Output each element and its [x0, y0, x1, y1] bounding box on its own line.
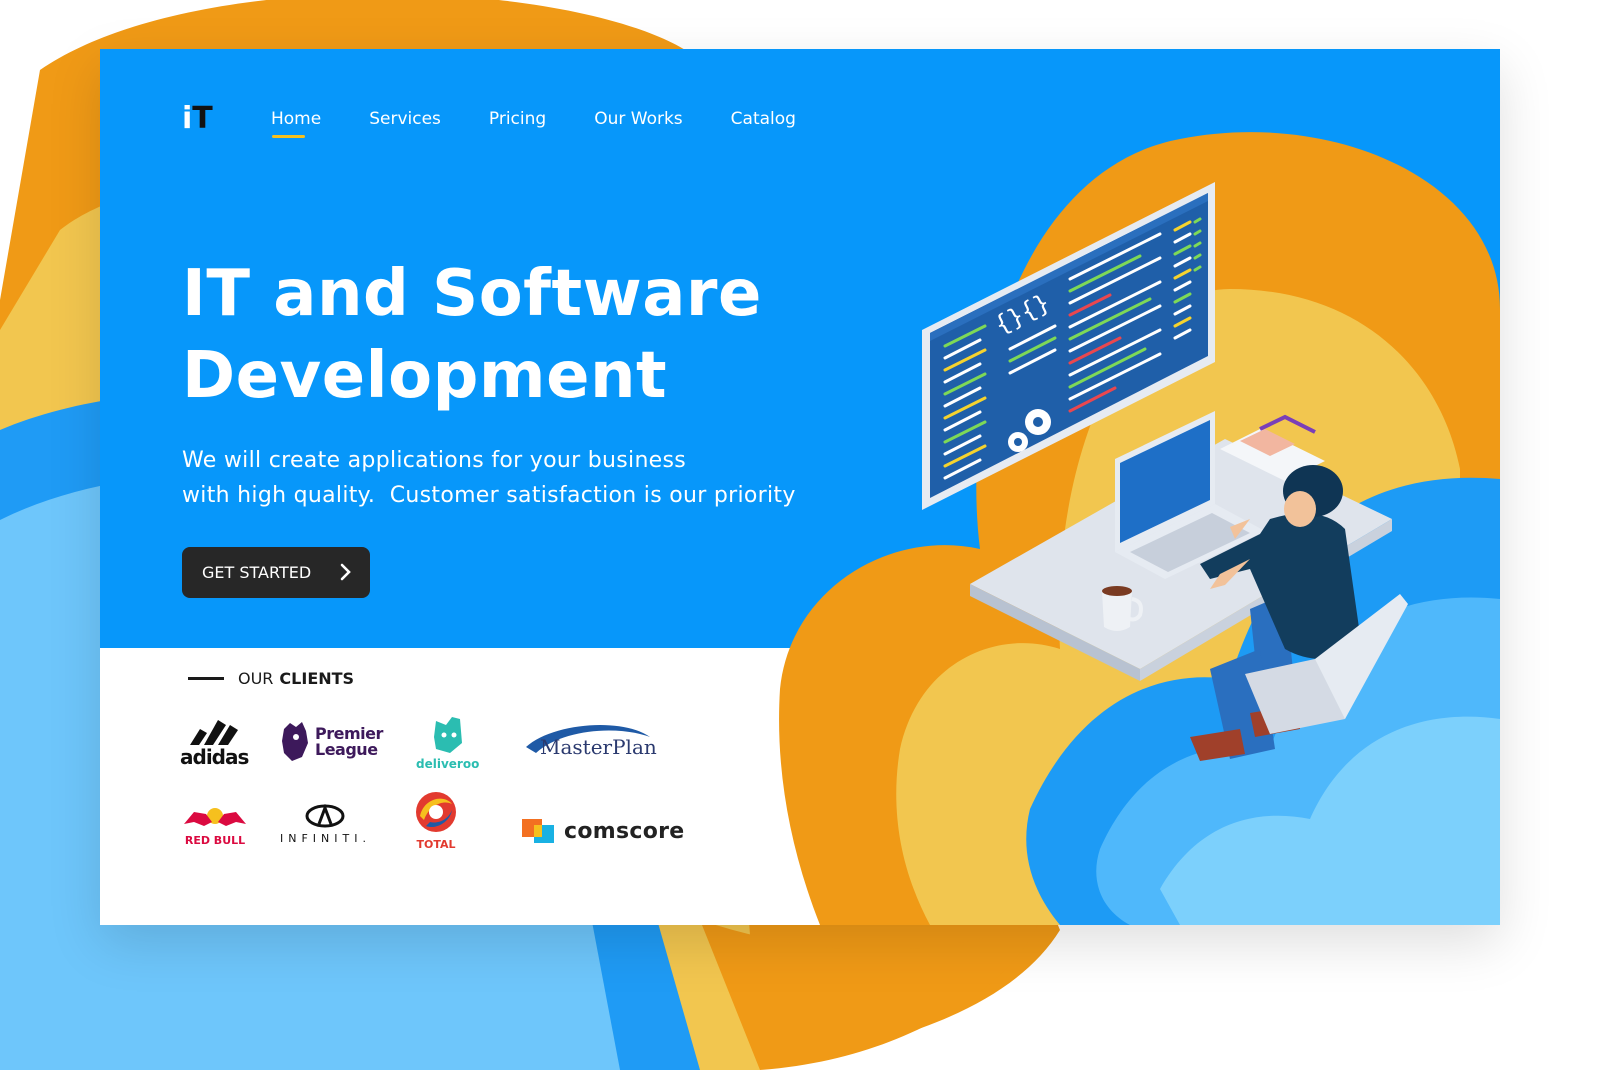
landing-card: {}{} iT Home Services Pricing Our Works …: [100, 49, 1500, 925]
get-started-label: GET STARTED: [202, 563, 312, 582]
get-started-button[interactable]: GET STARTED: [182, 547, 370, 598]
total-wordmark: TOTAL: [416, 838, 456, 851]
nav-services[interactable]: Services: [369, 109, 441, 129]
hero-title-line-1: IT and Software: [182, 257, 762, 331]
client-logo-adidas: adidas: [180, 717, 252, 769]
hero-subtitle-line-1: We will create applications for your bus…: [182, 448, 687, 473]
clients-section-label: OUR CLIENTS: [188, 669, 354, 688]
clients-label-prefix: OUR: [238, 669, 274, 688]
comscore-squares-icon: [522, 819, 554, 843]
client-logo-red-bull: RED BULL: [182, 804, 248, 847]
nav-pricing[interactable]: Pricing: [489, 109, 546, 129]
nav-our-works[interactable]: Our Works: [594, 109, 682, 129]
premier-league-line-2: League: [315, 740, 378, 759]
nav-home[interactable]: Home: [271, 109, 321, 138]
comscore-wordmark: comscore: [564, 818, 685, 844]
adidas-wordmark: adidas: [180, 745, 249, 769]
main-nav: Home Services Pricing Our Works Catalog: [271, 109, 844, 138]
section-dash: [188, 677, 224, 680]
masterplan-wordmark: MasterPlan: [540, 735, 657, 759]
deliveroo-wordmark: deliveroo: [416, 757, 480, 771]
hero-subtitle-line-2: with high quality. Customer satisfaction…: [182, 483, 796, 508]
client-logo-premier-league: Premier League: [278, 721, 383, 763]
hero-subtitle: We will create applications for your bus…: [182, 443, 882, 513]
clients-label-bold: CLIENTS: [279, 669, 355, 688]
premier-league-wordmark: Premier League: [315, 726, 383, 758]
client-logo-total: TOTAL: [414, 790, 458, 851]
client-logo-masterplan: MasterPlan: [522, 721, 662, 767]
client-logo-comscore: comscore: [522, 817, 685, 845]
brand-logo-t: T: [192, 101, 213, 136]
red-bull-wordmark: RED BULL: [184, 834, 246, 847]
chevron-right-icon: [340, 563, 351, 581]
infiniti-wordmark: INFINITI.: [280, 832, 371, 845]
client-logo-infiniti: INFINITI.: [280, 803, 371, 845]
hero-title-line-2: Development: [182, 339, 668, 413]
premier-league-lion-icon: [282, 722, 308, 761]
red-bull-bulls-icon: [184, 808, 246, 826]
deliveroo-kangaroo-icon: [433, 717, 462, 753]
infiniti-emblem-icon: [305, 803, 345, 828]
total-globe-icon: [416, 792, 456, 832]
hero-title: IT and Software Development: [182, 253, 882, 417]
brand-logo[interactable]: iT: [182, 101, 213, 136]
client-logo-deliveroo: deliveroo: [416, 715, 479, 771]
brand-logo-i: i: [182, 101, 193, 136]
nav-catalog[interactable]: Catalog: [731, 109, 796, 129]
adidas-stripes-icon: [190, 720, 238, 745]
